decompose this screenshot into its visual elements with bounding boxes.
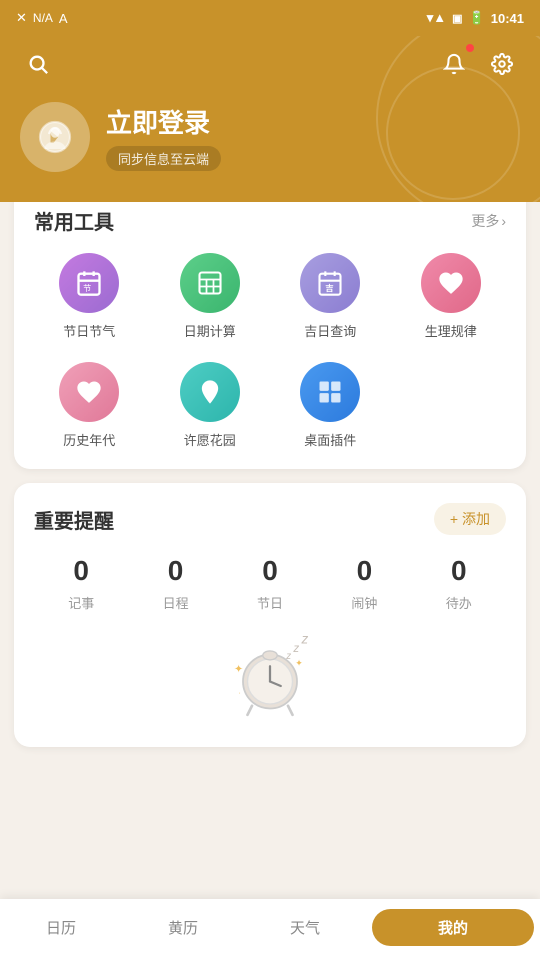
tool-icon-date-calc	[180, 253, 240, 313]
avatar	[20, 102, 90, 172]
battery-icon: 🔋	[469, 10, 485, 26]
reminder-title: 重要提醒	[34, 505, 114, 534]
svg-text:节: 节	[83, 284, 91, 293]
tool-item-auspicious[interactable]: 吉 吉日查询	[275, 253, 386, 340]
svg-text:·: ·	[239, 688, 241, 697]
profile-name: 立即登录	[106, 103, 221, 140]
header-right-icons	[436, 46, 520, 82]
status-right: ▾▲ ▣ 🔋 10:41	[427, 10, 524, 26]
nav-item-calendar[interactable]: 日历	[0, 917, 122, 938]
tool-icon-festival: 节	[59, 253, 119, 313]
notification-dot	[466, 44, 474, 52]
svg-text:z: z	[301, 632, 309, 647]
sim-icon: ▣	[452, 12, 462, 25]
stat-schedule-number: 0	[168, 555, 184, 587]
tool-icon-widget	[300, 362, 360, 422]
status-left: ✕ N/A A	[16, 10, 68, 26]
wifi-icon: ▾▲	[427, 10, 446, 26]
nav-item-mine[interactable]: 我的	[372, 909, 534, 946]
nav-label-weather: 天气	[290, 917, 320, 938]
main-content: 常用工具 更多 › 节 节日节气	[0, 186, 540, 841]
tool-label-history: 历史年代	[63, 430, 115, 449]
stat-notes-label: 记事	[68, 593, 94, 612]
tool-label-festival: 节日节气	[63, 321, 115, 340]
svg-text:z: z	[292, 642, 299, 655]
header: 立即登录 同步信息至云端	[0, 36, 540, 202]
tools-row-1: 节 节日节气 日期计算	[34, 253, 506, 340]
nav-item-almanac[interactable]: 黄历	[122, 917, 244, 938]
tool-icon-history	[59, 362, 119, 422]
stat-notes-number: 0	[73, 555, 89, 587]
svg-text:吉: 吉	[326, 283, 334, 293]
stat-alarm-number: 0	[357, 555, 373, 587]
tool-label-physiology: 生理规律	[425, 321, 477, 340]
tool-item-date-calc[interactable]: 日期计算	[155, 253, 266, 340]
empty-illustration: ✦ ✦ · z z z	[34, 622, 506, 727]
tools-more-link[interactable]: 更多 ›	[471, 211, 506, 231]
search-button[interactable]	[20, 46, 56, 82]
tool-label-date-calc: 日期计算	[184, 321, 236, 340]
tool-icon-wish	[180, 362, 240, 422]
status-a-icon: A	[59, 11, 68, 26]
tool-item-history[interactable]: 历史年代	[34, 362, 145, 449]
tool-label-widget: 桌面插件	[304, 430, 356, 449]
status-cross-icon: ✕	[16, 10, 27, 26]
stat-todo-number: 0	[451, 555, 467, 587]
tool-icon-physiology	[421, 253, 481, 313]
stat-holiday: 0 节日	[257, 555, 283, 612]
tool-slot-empty	[396, 362, 507, 449]
tools-card-header: 常用工具 更多 ›	[34, 206, 506, 235]
tool-icon-auspicious: 吉	[300, 253, 360, 313]
tools-row-2: 历史年代 许愿花园	[34, 362, 506, 449]
stat-alarm: 0 闹钟	[351, 555, 377, 612]
svg-text:z: z	[285, 651, 291, 662]
header-icons	[20, 46, 520, 82]
tools-card: 常用工具 更多 › 节 节日节气	[14, 186, 526, 469]
status-na-text: N/A	[33, 11, 53, 25]
svg-text:✦: ✦	[295, 658, 303, 668]
time-display: 10:41	[491, 11, 524, 26]
reminder-card: 重要提醒 + 添加 0 记事 0 日程 0 节日 0 闹钟 0	[14, 483, 526, 747]
nav-label-calendar: 日历	[46, 917, 76, 938]
nav-label-mine: 我的	[438, 917, 468, 938]
tool-item-wish[interactable]: 许愿花园	[155, 362, 266, 449]
add-reminder-button[interactable]: + 添加	[434, 503, 506, 535]
profile-text: 立即登录 同步信息至云端	[106, 103, 221, 171]
nav-label-almanac: 黄历	[168, 917, 198, 938]
reminder-header: 重要提醒 + 添加	[34, 503, 506, 535]
stat-todo: 0 待办	[446, 555, 472, 612]
tool-label-auspicious: 吉日查询	[304, 321, 356, 340]
stat-holiday-label: 节日	[257, 593, 283, 612]
bottom-nav: 日历 黄历 天气 我的	[0, 899, 540, 960]
tool-item-physiology[interactable]: 生理规律	[396, 253, 507, 340]
stat-schedule: 0 日程	[163, 555, 189, 612]
reminder-stats: 0 记事 0 日程 0 节日 0 闹钟 0 待办	[34, 555, 506, 612]
svg-text:✦: ✦	[234, 664, 243, 676]
nav-item-weather[interactable]: 天气	[244, 917, 366, 938]
stat-alarm-label: 闹钟	[351, 593, 377, 612]
tools-title: 常用工具	[34, 206, 114, 235]
settings-button[interactable]	[484, 46, 520, 82]
notification-button[interactable]	[436, 46, 472, 82]
tool-item-festival[interactable]: 节 节日节气	[34, 253, 145, 340]
stat-schedule-label: 日程	[163, 593, 189, 612]
profile-section[interactable]: 立即登录 同步信息至云端	[20, 102, 520, 172]
status-bar: ✕ N/A A ▾▲ ▣ 🔋 10:41	[0, 0, 540, 36]
stat-holiday-number: 0	[262, 555, 278, 587]
stat-todo-label: 待办	[446, 593, 472, 612]
tool-label-wish: 许愿花园	[184, 430, 236, 449]
stat-notes: 0 记事	[68, 555, 94, 612]
profile-sub: 同步信息至云端	[106, 146, 221, 171]
tool-item-widget[interactable]: 桌面插件	[275, 362, 386, 449]
